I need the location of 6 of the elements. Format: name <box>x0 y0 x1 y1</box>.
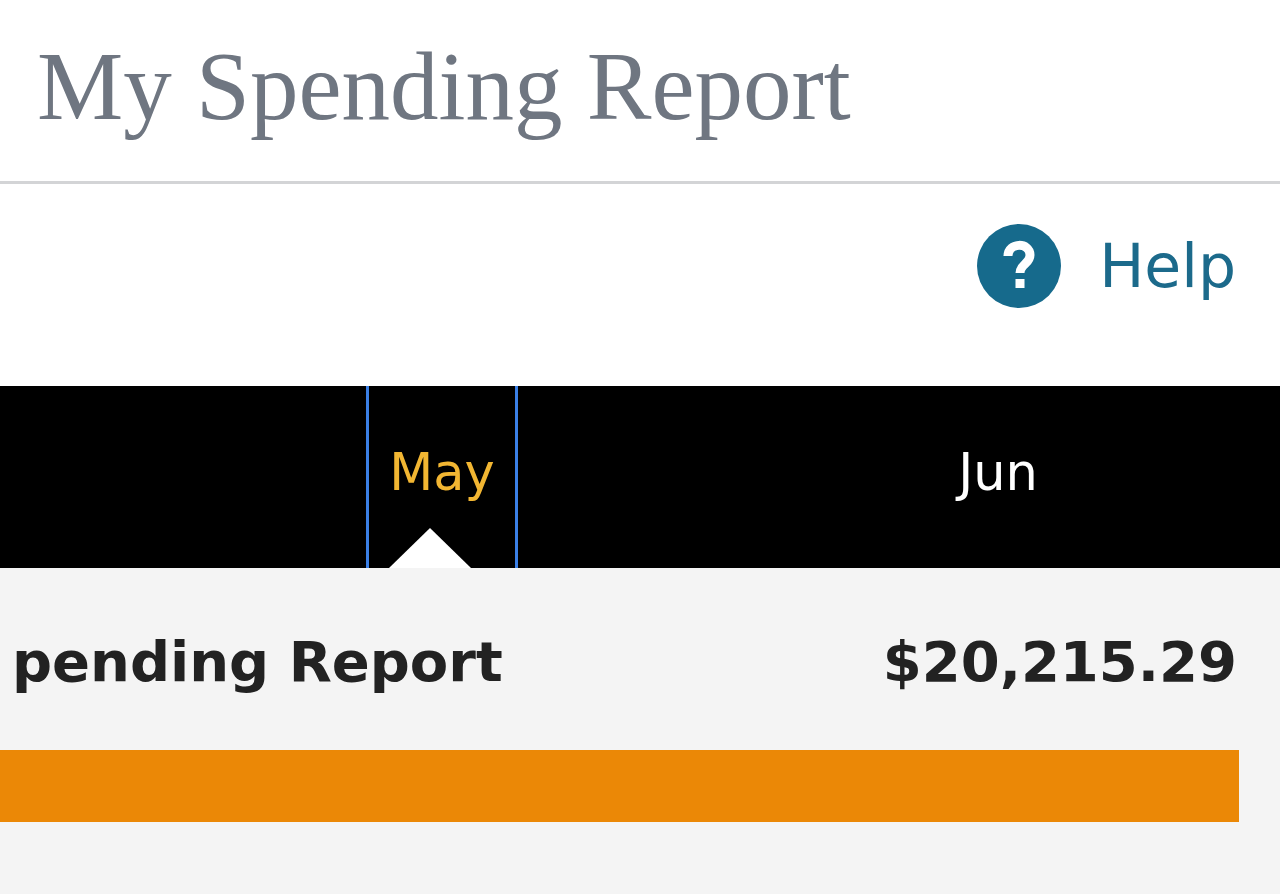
help-icon <box>977 224 1062 308</box>
help-link[interactable]: Help <box>977 224 1236 308</box>
total-amount: $20,215.29 <box>882 628 1237 696</box>
report-label: pending Report <box>12 628 503 696</box>
page-title: My Spending Report <box>37 32 851 142</box>
month-tab[interactable]: May <box>366 386 518 568</box>
